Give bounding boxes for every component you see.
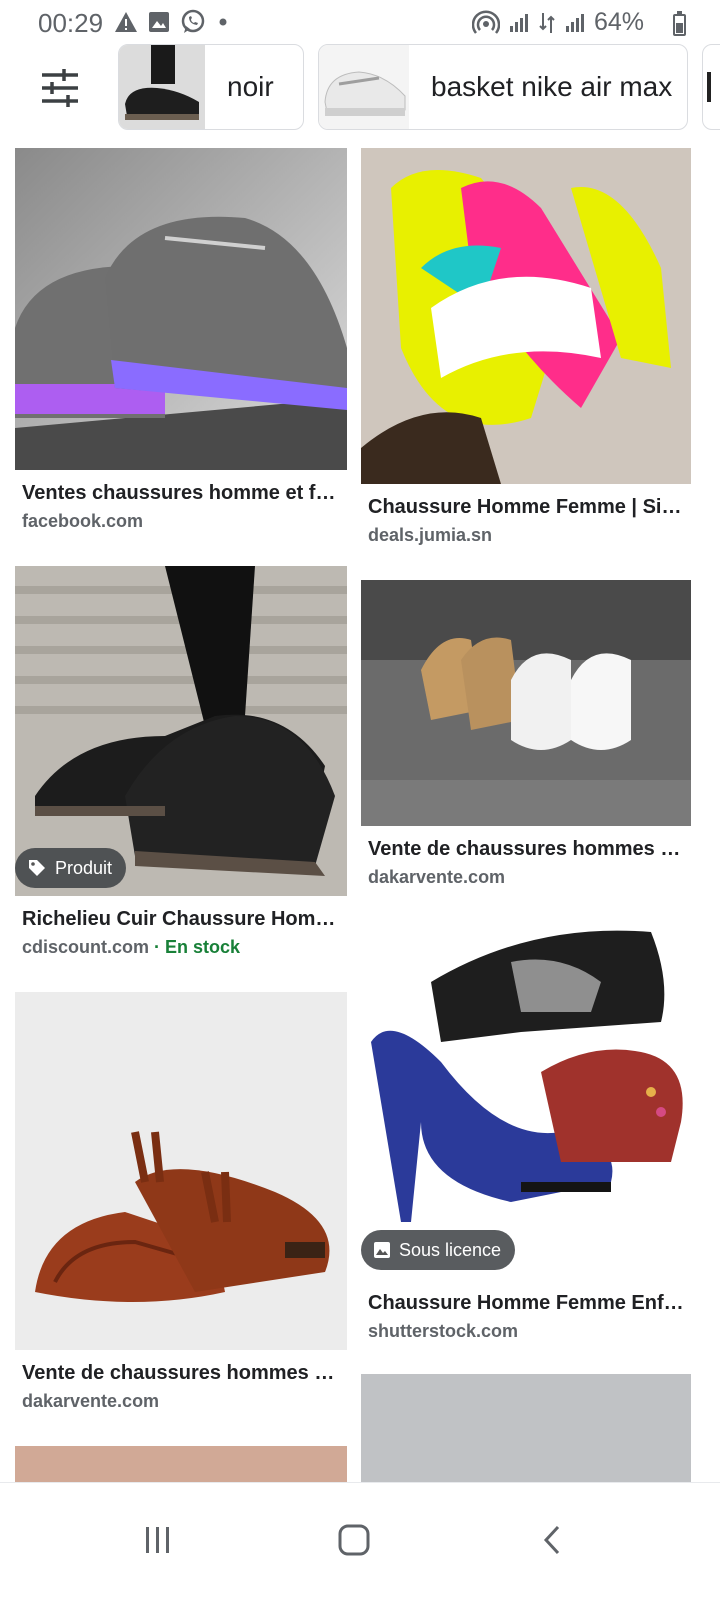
result-image [361,580,691,826]
tune-icon [42,69,78,107]
result-source: facebook.com [22,511,144,531]
image-icon [374,1242,390,1258]
badge-label: Sous licence [399,1239,502,1260]
chip-next[interactable] [702,44,720,130]
result-source: dakarvente.com [22,1391,160,1411]
data-icon [539,12,555,33]
license-badge: Sous licence [361,1230,516,1270]
recent-apps-icon [146,1527,169,1553]
result-source: shutterstock.com [368,1321,519,1341]
result-title: Vente de chaussures hommes e… [22,1362,344,1384]
result-card[interactable]: Ventes chaussures homme et fe… facebook.… [15,148,347,548]
home-button[interactable] [314,1505,394,1575]
result-title: Vente de chaussures hommes e… [368,838,690,860]
result-card[interactable]: Sous licence Chaussure Homme Femme Enfa…… [361,922,693,1342]
filter-button[interactable] [38,66,82,110]
result-image [15,992,347,1350]
result-title: Chaussure Homme Femme | Sic… [368,496,690,518]
dot-icon [219,18,227,26]
result-image [361,148,691,484]
result-source-domain: cdiscount.com [22,937,150,957]
tag-icon [29,860,45,876]
chip-thumbnail [319,45,409,129]
home-icon [338,1524,370,1556]
stock-status: · En stock [154,937,241,957]
result-card[interactable] [361,1374,691,1482]
chip-noir[interactable]: noir [118,44,304,130]
result-title: Richelieu Cuir Chaussure Hom… [22,908,336,930]
result-card[interactable]: Produit Richelieu Cuir Chaussure Hom… cd… [15,566,347,976]
status-time: 00:29 [38,8,104,38]
result-card[interactable]: Vente de chaussures hommes e… dakarvente… [361,580,693,900]
badge-label: Produit [55,857,113,878]
back-button[interactable] [512,1505,592,1575]
chip-label: noir [227,71,274,102]
status-bar: 00:29 64% [0,0,720,44]
hotspot-icon [471,9,500,34]
result-source: deals.jumia.sn [368,525,493,545]
chip-label: basket nike air max [431,71,673,102]
result-card[interactable] [15,1446,347,1482]
result-card[interactable]: Chaussure Homme Femme | Sic… deals.jumia… [361,148,693,562]
product-badge: Produit [15,848,127,888]
result-image [361,922,691,1278]
battery-percent: 64% [593,8,644,36]
recent-apps-button[interactable] [118,1505,198,1575]
result-image [15,148,347,470]
navigation-bar [0,1482,720,1601]
image-icon [149,12,169,32]
result-title: Ventes chaussures homme et fe… [22,482,344,504]
back-icon [543,1525,560,1555]
result-card[interactable]: Vente de chaussures hommes e… dakarvente… [15,992,347,1422]
signal-icon [565,13,584,32]
warning-icon [115,12,137,32]
related-searches-bar: noir basket nike air max [0,44,720,134]
result-source: cdiscount.com · En stock [22,937,240,958]
signal-icon [509,13,528,32]
chip-thumbnail [119,45,205,129]
battery-icon [673,11,686,36]
result-image [15,566,347,896]
result-title: Chaussure Homme Femme Enfa… [368,1292,690,1314]
whatsapp-icon [181,9,205,33]
result-source: dakarvente.com [368,867,506,887]
chip-basket-nike-air-max[interactable]: basket nike air max [318,44,688,130]
